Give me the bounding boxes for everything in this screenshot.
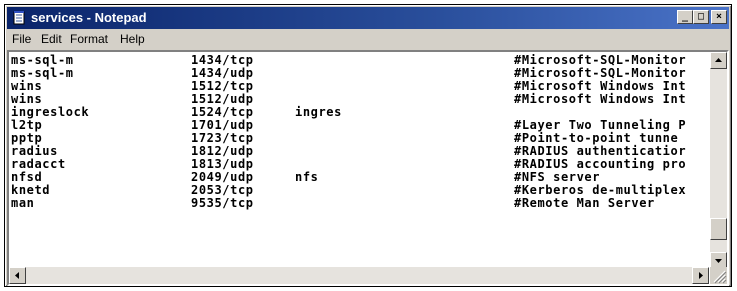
arrow-down-icon — [715, 259, 722, 263]
text-editor[interactable]: ms-sql-m 1434/tcp #Microsoft-SQL-Monitor m… — [7, 50, 729, 286]
menu-format[interactable]: Format — [70, 32, 108, 46]
vertical-scroll-thumb[interactable] — [710, 218, 727, 240]
minimize-button[interactable]: _ — [677, 10, 693, 24]
arrow-right-icon — [699, 272, 703, 279]
service-name: man — [11, 196, 35, 210]
scroll-left-button[interactable] — [9, 267, 26, 284]
menu-bar: File Edit Format Help — [7, 30, 729, 49]
vertical-scrollbar[interactable] — [710, 52, 727, 269]
menu-edit[interactable]: Edit — [41, 32, 62, 46]
title-bar[interactable]: services - Notepad _ □ × — [7, 7, 729, 29]
text-line: man 9535/tcp #Remote Man Server — [11, 197, 707, 210]
close-button[interactable]: × — [711, 10, 727, 24]
service-comment: #Remote Man Server — [514, 196, 655, 210]
menu-help[interactable]: Help — [120, 32, 145, 46]
service-comment: #Microsoft Windows Int — [514, 92, 687, 106]
scroll-up-button[interactable] — [710, 52, 727, 69]
window-title: services - Notepad — [31, 10, 147, 25]
service-alias: nfs — [295, 170, 319, 184]
text-line: wins 1512/udp #Microsoft Windows Int — [11, 93, 707, 106]
size-grip-lines — [713, 270, 727, 284]
arrow-left-icon — [15, 272, 19, 279]
scroll-right-button[interactable] — [692, 267, 709, 284]
service-port: 9535/tcp — [191, 196, 254, 210]
maximize-button[interactable]: □ — [693, 10, 709, 24]
resize-grip-icon[interactable] — [710, 267, 727, 284]
text-line: radacct 1813/udp #RADIUS accounting pro — [11, 158, 707, 171]
notepad-icon — [13, 11, 25, 25]
service-alias: ingres — [295, 105, 342, 119]
text-content[interactable]: ms-sql-m 1434/tcp #Microsoft-SQL-Monitor m… — [11, 54, 707, 270]
notepad-window: services - Notepad _ □ × File Edit Forma… — [4, 4, 732, 287]
menu-file[interactable]: File — [12, 32, 31, 46]
arrow-up-icon — [715, 58, 722, 62]
horizontal-scrollbar[interactable] — [9, 267, 709, 284]
